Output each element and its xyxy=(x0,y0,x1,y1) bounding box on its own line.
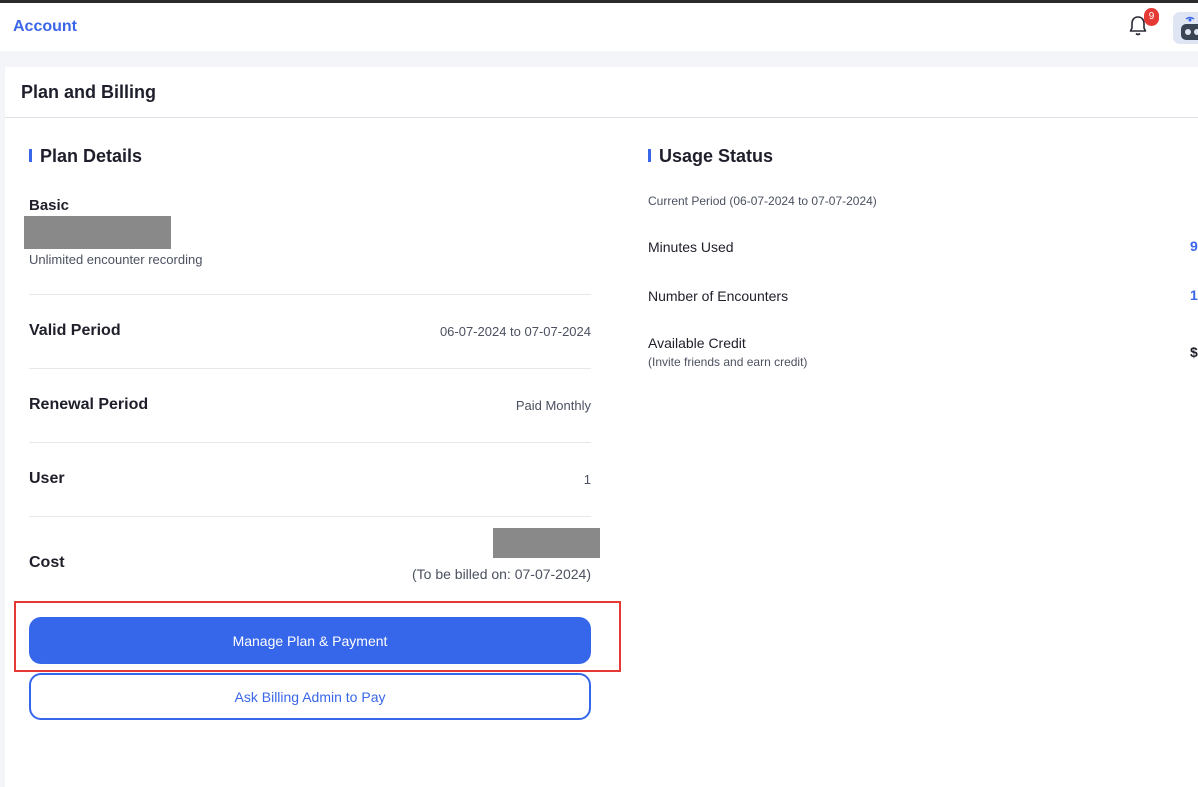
plan-description: Unlimited encounter recording xyxy=(29,252,203,267)
plan-details-heading: Plan Details xyxy=(29,146,143,167)
card-title: Plan and Billing xyxy=(21,82,157,102)
minutes-used-label: Minutes Used xyxy=(648,239,734,255)
ask-billing-admin-button[interactable]: Ask Billing Admin to Pay xyxy=(29,673,591,720)
highlight-box xyxy=(14,601,621,672)
cost-label: Cost xyxy=(29,554,65,571)
available-credit-value: $ xyxy=(1190,344,1198,360)
section-accent-bar xyxy=(648,149,651,162)
row-divider xyxy=(29,294,591,295)
plan-billing-card: Plan and Billing Plan Details Basic Unli… xyxy=(5,67,1198,787)
section-accent-bar xyxy=(29,149,32,162)
available-credit-label: Available Credit xyxy=(648,335,746,351)
user-value: 1 xyxy=(583,472,591,487)
user-label: User xyxy=(29,470,65,487)
usage-current-period: Current Period (06-07-2024 to 07-07-2024… xyxy=(648,194,877,208)
valid-period-value: 06-07-2024 to 07-07-2024 xyxy=(439,324,591,339)
row-divider xyxy=(29,516,591,517)
row-divider xyxy=(29,442,591,443)
plan-name: Basic xyxy=(29,197,70,214)
encounters-label: Number of Encounters xyxy=(648,288,789,304)
encounters-value: 1 xyxy=(1190,287,1198,303)
redacted-cost-amount xyxy=(493,528,600,558)
card-divider xyxy=(5,117,1198,118)
page-title: Account xyxy=(13,18,77,35)
usage-status-heading-text: Usage Status xyxy=(659,146,774,166)
cost-billing-date: (To be billed on: 07-07-2024) xyxy=(411,566,591,582)
redacted-plan-price xyxy=(24,216,171,249)
renewal-period-label: Renewal Period xyxy=(29,396,149,413)
notification-badge: 9 xyxy=(1144,8,1159,26)
plan-details-heading-text: Plan Details xyxy=(40,146,143,166)
top-header: Account 9 xyxy=(0,3,1198,51)
robot-avatar-icon[interactable] xyxy=(1173,12,1198,44)
usage-status-heading: Usage Status xyxy=(648,146,774,167)
renewal-period-value: Paid Monthly xyxy=(515,398,591,413)
minutes-used-value: 9 xyxy=(1190,238,1198,254)
valid-period-label: Valid Period xyxy=(29,322,121,339)
available-credit-subtext: (Invite friends and earn credit) xyxy=(648,355,808,369)
row-divider xyxy=(29,368,591,369)
